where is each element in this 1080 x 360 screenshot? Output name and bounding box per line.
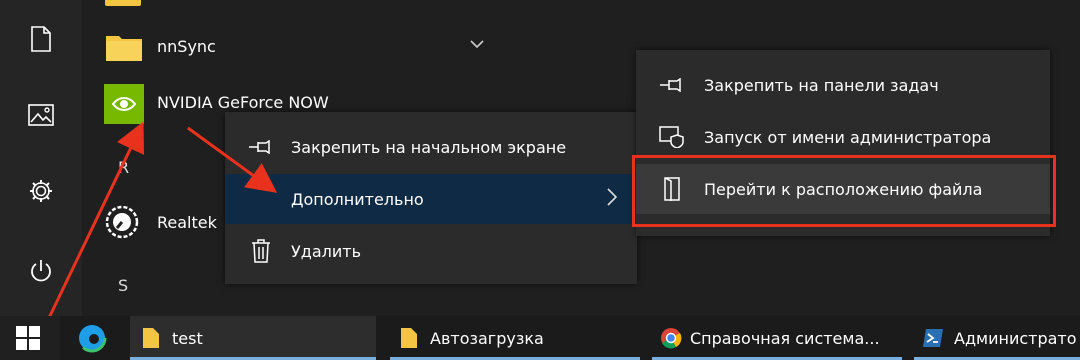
start-button[interactable] [0,316,60,360]
taskbar-item-label: test [172,328,203,348]
arrow-start-to-app [46,121,145,321]
taskbar-item-admin-powershell[interactable]: Администрато [914,316,1080,360]
folder-icon [143,328,159,348]
chrome-icon [661,328,682,349]
arrow-app-to-more [187,126,278,193]
taskbar-item-label: Справочная система... [690,328,880,348]
taskbar-item-label: Администрато [954,328,1077,348]
taskbar-item-label: Автозагрузка [430,328,544,348]
taskbar-item-autostart[interactable]: Автозагрузка [390,316,640,360]
edge-browser-icon[interactable] [76,322,108,354]
windows-logo-icon [16,326,40,350]
taskbar-item-help[interactable]: Справочная система... [652,316,902,360]
taskbar-item-test[interactable]: test [130,316,376,360]
annotation-arrows [46,121,278,321]
powershell-icon [923,329,943,347]
folder-icon [401,328,417,348]
